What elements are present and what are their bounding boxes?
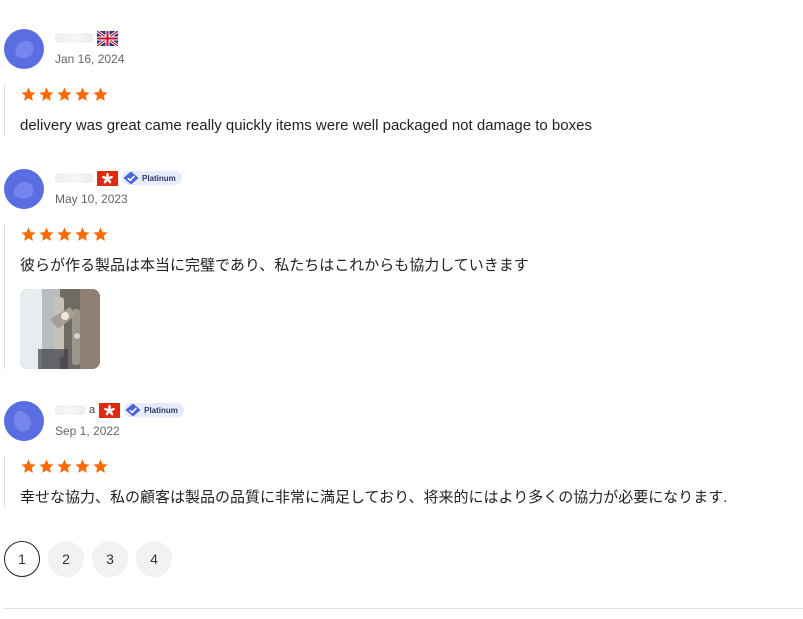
- star-icon: [93, 86, 108, 101]
- pagination: 1 2 3 4: [4, 541, 172, 577]
- page-button-3[interactable]: 3: [92, 541, 128, 577]
- star-icon: [57, 458, 72, 473]
- reviewer-name: Platinum: [55, 169, 182, 187]
- avatar: [4, 401, 44, 441]
- platinum-badge: Platinum: [124, 403, 184, 417]
- badge-label: Platinum: [142, 173, 176, 183]
- star-icon: [75, 86, 90, 101]
- uk-flag-icon: [97, 30, 118, 46]
- reviewer-name-redacted: [55, 33, 93, 43]
- avatar: [4, 29, 44, 69]
- star-icon: [93, 226, 108, 241]
- star-icon: [39, 458, 54, 473]
- star-icon: [39, 226, 54, 241]
- verified-shield-icon: [125, 403, 141, 417]
- star-rating: [20, 225, 529, 243]
- review-text: 彼らが作る製品は本当に完璧であり、私たちはこれからも協力していきます: [20, 257, 529, 274]
- review-text: 幸せな協力、私の顧客は製品の品質に非常に満足しており、将来的にはより多くの協力が…: [20, 489, 728, 506]
- star-icon: [93, 458, 108, 473]
- review-date: Jan 16, 2024: [55, 52, 125, 66]
- reviewer-name-redacted: [55, 173, 93, 183]
- review-body: 彼らが作る製品は本当に完璧であり、私たちはこれからも協力していきます: [4, 225, 529, 369]
- reviewer-name: a Platinum: [55, 401, 184, 419]
- star-rating: [20, 457, 727, 475]
- review-photo[interactable]: [20, 289, 100, 369]
- star-icon: [75, 458, 90, 473]
- page-button-2[interactable]: 2: [48, 541, 84, 577]
- review-body: delivery was great came really quickly i…: [4, 85, 592, 135]
- star-icon: [57, 226, 72, 241]
- hong-kong-flag-icon: [97, 170, 118, 186]
- platinum-badge: Platinum: [122, 171, 182, 185]
- star-icon: [39, 86, 54, 101]
- star-icon: [57, 86, 72, 101]
- divider: [4, 608, 803, 609]
- star-icon: [21, 226, 36, 241]
- reviewer-name: [55, 29, 118, 47]
- star-rating: [20, 85, 592, 103]
- star-icon: [21, 86, 36, 101]
- verified-shield-icon: [123, 171, 139, 185]
- page-button-1[interactable]: 1: [4, 541, 40, 577]
- review-date: May 10, 2023: [55, 192, 128, 206]
- star-icon: [75, 226, 90, 241]
- reviewer-name-suffix: a: [89, 404, 96, 416]
- hong-kong-flag-icon: [99, 402, 121, 418]
- badge-label: Platinum: [144, 405, 178, 415]
- review-body: 幸せな協力、私の顧客は製品の品質に非常に満足しており、将来的にはより多くの協力が…: [4, 457, 727, 507]
- star-icon: [21, 458, 36, 473]
- page-button-4[interactable]: 4: [136, 541, 172, 577]
- review-text: delivery was great came really quickly i…: [20, 117, 592, 134]
- avatar: [4, 169, 44, 209]
- review-date: Sep 1, 2022: [55, 424, 120, 438]
- reviewer-name-redacted: [55, 405, 85, 415]
